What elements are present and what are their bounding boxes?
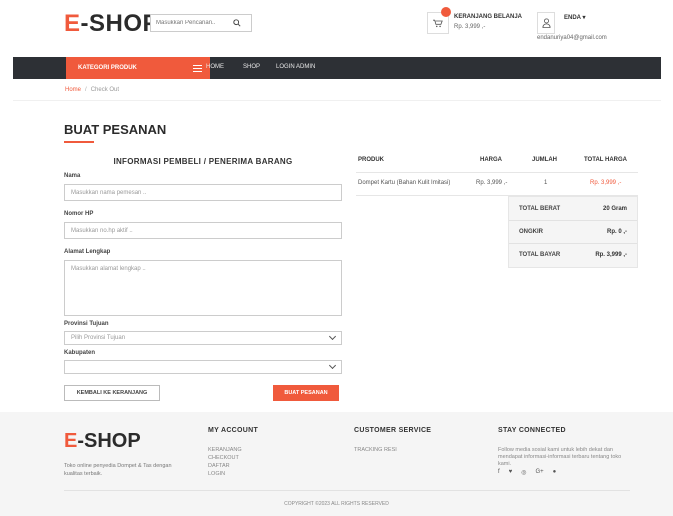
cart-icon xyxy=(433,19,443,27)
cart-title[interactable]: KERANJANG BELANJA xyxy=(454,14,522,20)
table-row-total: Rp. 3,999 ,- xyxy=(590,180,622,186)
footer-link-tracking[interactable]: TRACKING RESI xyxy=(354,447,397,453)
user-name: ENDA xyxy=(564,15,581,21)
breadcrumb-bar: Home / Check Out xyxy=(13,79,661,101)
place-order-button[interactable]: BUAT PESANAN xyxy=(273,385,339,401)
city-label: Kabupaten xyxy=(64,350,96,356)
page-title: BUAT PESANAN xyxy=(64,122,167,137)
chevron-down-icon xyxy=(328,361,337,370)
user-button[interactable] xyxy=(537,12,555,34)
main-nav: KATEGORI PRODUK HOME SHOP LOGIN ADMIN xyxy=(13,57,661,79)
title-underline xyxy=(64,141,94,143)
province-label: Provinsi Tujuan xyxy=(64,321,109,327)
nav-login-admin[interactable]: LOGIN ADMIN xyxy=(276,64,315,70)
address-textarea[interactable]: Masukkan alamat lengkap .. xyxy=(64,260,342,316)
search-input[interactable] xyxy=(151,20,227,26)
chevron-down-icon xyxy=(328,332,337,341)
back-to-cart-button[interactable]: KEMBALI KE KERANJANG xyxy=(64,385,160,401)
table-row-qty: 1 xyxy=(544,180,548,186)
footer-link-checkout[interactable]: CHECKOUT xyxy=(208,455,239,461)
footer-logo-suffix: -SHOP xyxy=(77,430,141,452)
footer-connect-text: Follow media sosial kami untuk lebih dek… xyxy=(498,447,622,467)
footer-link-cart[interactable]: KERANJANG xyxy=(208,447,242,453)
nav-shop[interactable]: SHOP xyxy=(243,64,260,70)
social-links: f ♥ ◎ G+ ● xyxy=(498,469,556,476)
user-name-dropdown[interactable]: ENDA ▾ xyxy=(564,14,585,21)
province-select-value: Pilih Provinsi Tujuan xyxy=(71,335,126,341)
order-summary: TOTAL BERAT 20 Gram ONGKIR Rp. 0 ,- TOTA… xyxy=(508,196,638,268)
footer-account-title: MY ACCOUNT xyxy=(208,427,259,434)
table-header-total: TOTAL HARGA xyxy=(584,157,627,163)
footer-link-register[interactable]: DAFTAR xyxy=(208,463,230,469)
logo[interactable]: E-SHOP xyxy=(64,10,159,38)
footer-logo[interactable]: E-SHOP xyxy=(64,430,141,453)
search-button[interactable] xyxy=(227,15,247,31)
summary-divider xyxy=(509,220,637,221)
city-select[interactable] xyxy=(64,360,342,374)
table-header-price: HARGA xyxy=(480,157,502,163)
breadcrumb-separator: / xyxy=(85,87,87,93)
cart-price: Rp. 3,999 ,- xyxy=(454,24,486,30)
user-icon xyxy=(541,18,551,28)
table-header-product: PRODUK xyxy=(358,157,385,163)
pinterest-icon[interactable]: ● xyxy=(553,469,557,476)
total-weight-value: 20 Gram xyxy=(602,206,627,212)
form-heading: INFORMASI PEMBELI / PENERIMA BARANG xyxy=(113,157,293,166)
category-menu-label: KATEGORI PRODUK xyxy=(78,65,137,71)
footer-logo-prefix: E xyxy=(64,430,78,452)
instagram-icon[interactable]: ◎ xyxy=(521,469,526,476)
footer-description: Toko online penyedia Dompet & Tas dengan… xyxy=(64,463,172,477)
logo-prefix: E xyxy=(64,10,81,37)
name-label: Nama xyxy=(64,173,81,179)
google-plus-icon[interactable]: G+ xyxy=(535,469,543,476)
footer-connect-title: STAY CONNECTED xyxy=(498,427,566,434)
footer-service-title: CUSTOMER SERVICE xyxy=(354,427,432,434)
nav-home[interactable]: HOME xyxy=(206,64,224,70)
category-menu-button[interactable]: KATEGORI PRODUK xyxy=(66,57,210,79)
shipping-label: ONGKIR xyxy=(519,229,543,235)
breadcrumb: Home / Check Out xyxy=(65,87,119,93)
total-pay-value: Rp. 3,999 ,- xyxy=(595,252,627,258)
total-pay-label: TOTAL BAYAR xyxy=(519,252,561,258)
table-row-product: Dompet Kartu (Bahan Kulit Imitasi) xyxy=(358,180,451,186)
breadcrumb-current: Check Out xyxy=(90,87,120,93)
table-row-price: Rp. 3,999 ,- xyxy=(476,180,508,186)
total-weight-label: TOTAL BERAT xyxy=(519,206,561,212)
twitter-icon[interactable]: ♥ xyxy=(509,469,513,476)
hamburger-icon xyxy=(193,64,202,72)
search-icon xyxy=(233,19,241,27)
breadcrumb-home[interactable]: Home xyxy=(65,87,81,93)
facebook-icon[interactable]: f xyxy=(498,469,500,476)
summary-divider xyxy=(509,243,637,244)
copyright: COPYRIGHT ©2023 ALL RIGHTS RESERVED xyxy=(284,501,389,507)
name-field[interactable]: Masukkan nama pemesan .. xyxy=(64,184,342,201)
phone-field[interactable]: Masukkan no.hp aktif .. xyxy=(64,222,342,239)
footer-divider xyxy=(64,490,630,491)
site-header: E-SHOP KERANJANG BELANJA Rp. 3,999 ,- EN… xyxy=(0,0,673,56)
user-email: endanuriya04@gmail.com xyxy=(537,35,607,41)
address-label: Alamat Lengkap xyxy=(64,249,111,255)
table-divider xyxy=(356,172,638,173)
logo-suffix: -SHOP xyxy=(80,10,160,37)
footer-link-login[interactable]: LOGIN xyxy=(208,471,225,477)
table-header-qty: JUMLAH xyxy=(532,157,557,163)
shipping-value: Rp. 0 ,- xyxy=(606,229,627,235)
site-footer: E-SHOP Toko online penyedia Dompet & Tas… xyxy=(0,412,673,516)
phone-label: Nomor HP xyxy=(64,211,94,217)
province-select[interactable]: Pilih Provinsi Tujuan xyxy=(64,331,342,345)
chevron-down-icon: ▾ xyxy=(582,15,586,21)
search-bar xyxy=(150,14,252,32)
cart-count-badge xyxy=(441,7,451,17)
